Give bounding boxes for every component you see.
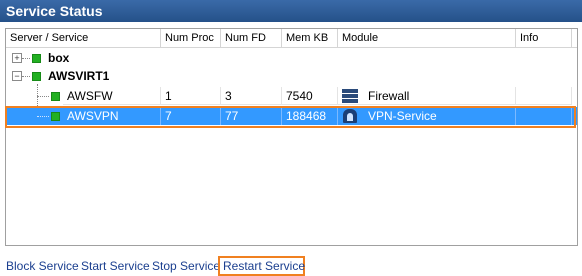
module-cell: Firewall (338, 87, 516, 105)
tree-connector (22, 58, 30, 59)
col-server-service[interactable]: Server / Service (6, 29, 161, 47)
tree-node-awsvirt1[interactable]: − AWSVIRT1 (6, 67, 577, 85)
tree-node-box[interactable]: + box (6, 49, 577, 67)
num-proc: 1 (161, 87, 221, 105)
block-service-link[interactable]: Block Service (6, 259, 79, 273)
col-num-proc[interactable]: Num Proc (161, 29, 221, 47)
status-green-icon (32, 72, 41, 81)
tree-node-label: box (48, 51, 70, 65)
firewall-icon (342, 89, 358, 103)
col-num-fd[interactable]: Num FD (221, 29, 282, 47)
status-green-icon (51, 92, 60, 101)
collapse-icon[interactable]: − (12, 71, 22, 81)
mem-kb: 7540 (282, 87, 338, 105)
restart-service-link[interactable]: Restart Service (223, 259, 305, 273)
tree-connector (22, 76, 30, 77)
selected-row-highlight (5, 106, 576, 128)
table-row[interactable]: AWSFW 1 3 7540 Firewall (6, 87, 577, 105)
num-fd: 3 (221, 87, 282, 105)
service-name: AWSFW (63, 87, 161, 105)
expand-icon[interactable]: + (12, 53, 22, 63)
tree-connector (37, 96, 49, 97)
info (516, 87, 572, 105)
module-name: Firewall (368, 89, 410, 103)
tree-node-label: AWSVIRT1 (48, 69, 110, 83)
col-info[interactable]: Info (516, 29, 572, 47)
col-mem-kb[interactable]: Mem KB (282, 29, 338, 47)
service-tree-table: Server / Service Num Proc Num FD Mem KB … (5, 28, 578, 246)
table-header: Server / Service Num Proc Num FD Mem KB … (6, 29, 577, 48)
col-module[interactable]: Module (338, 29, 516, 47)
status-green-icon (32, 54, 41, 63)
window-title: Service Status (0, 0, 582, 22)
start-service-link[interactable]: Start Service (81, 259, 150, 273)
stop-service-link[interactable]: Stop Service (152, 259, 220, 273)
